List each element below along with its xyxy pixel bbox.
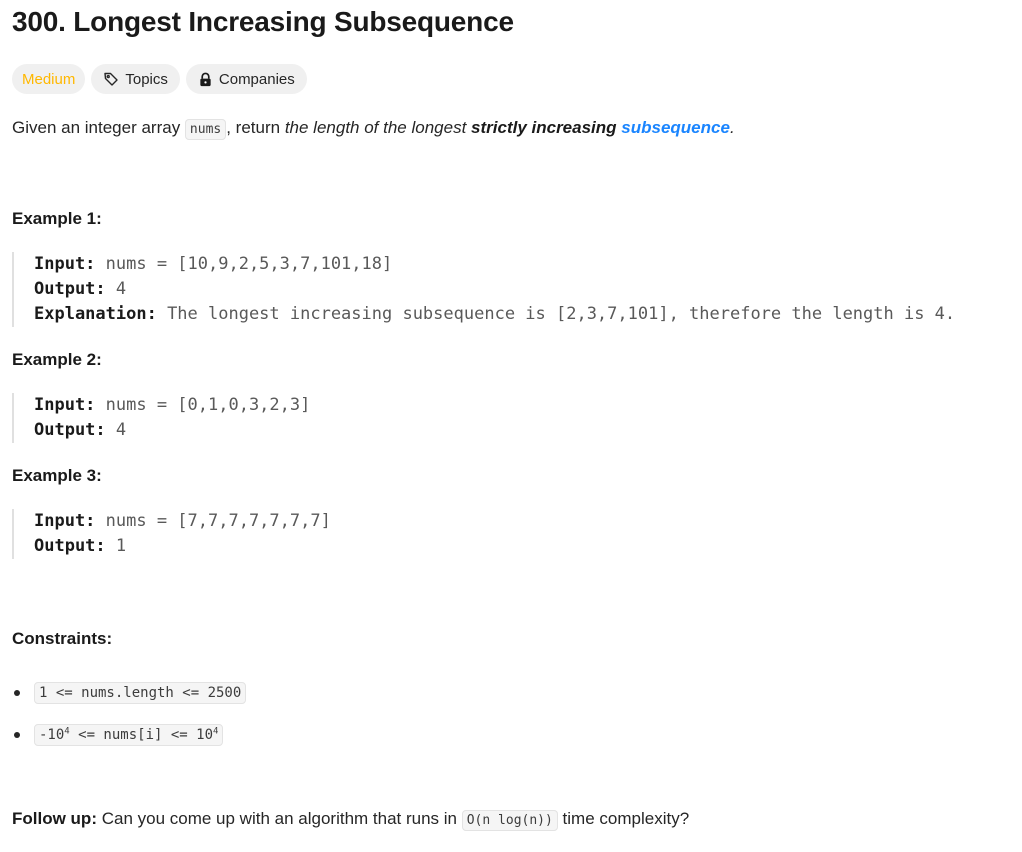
explanation-label: Explanation: bbox=[34, 304, 157, 324]
problem-statement: Given an integer array nums, return the … bbox=[12, 116, 735, 142]
example-1-explanation: Explanation: The longest increasing subs… bbox=[34, 302, 955, 327]
constraint-item: 1 <= nums.length <= 2500 bbox=[12, 672, 247, 714]
follow-up-text: Can you come up with an algorithm that r… bbox=[96, 809, 462, 828]
example-1-output: Output: 4 bbox=[34, 277, 955, 302]
topics-button[interactable]: Topics bbox=[91, 64, 180, 94]
bullet bbox=[14, 732, 20, 738]
difficulty-label: Medium bbox=[22, 70, 76, 88]
example-1-heading: Example 1: bbox=[12, 209, 102, 228]
example-1-block: Input: nums = [10,9,2,5,3,7,101,18] Outp… bbox=[12, 252, 955, 327]
companies-button[interactable]: Companies bbox=[185, 64, 307, 94]
nums-code: nums bbox=[184, 119, 227, 140]
topics-label: Topics bbox=[125, 70, 168, 88]
difficulty-badge: Medium bbox=[12, 64, 86, 94]
subsequence-link[interactable]: subsequence bbox=[621, 118, 730, 137]
problem-title[interactable]: 300. Longest Increasing Subsequence bbox=[12, 6, 514, 38]
input-value: nums = [10,9,2,5,3,7,101,18] bbox=[95, 254, 393, 274]
statement-strong: strictly increasing bbox=[471, 118, 617, 137]
statement-text: Given an integer array bbox=[12, 118, 185, 137]
companies-label: Companies bbox=[218, 70, 295, 88]
constraints-heading: Constraints: bbox=[12, 629, 113, 648]
tag-icon bbox=[103, 71, 119, 87]
statement-italic: the length of the longest bbox=[284, 118, 472, 137]
statement-end: . bbox=[729, 118, 735, 137]
example-2-heading: Example 2: bbox=[12, 350, 102, 369]
output-value: 1 bbox=[105, 536, 127, 556]
input-label: Input: bbox=[34, 511, 96, 531]
follow-up: Follow up: Can you come up with an algor… bbox=[12, 809, 690, 831]
tag-row: Medium Topics Companies bbox=[12, 64, 307, 94]
input-label: Input: bbox=[34, 254, 96, 274]
exponent: 4 bbox=[213, 726, 219, 737]
explanation-value: The longest increasing subsequence is [2… bbox=[156, 304, 956, 324]
bullet bbox=[14, 690, 20, 696]
output-label: Output: bbox=[34, 279, 106, 299]
input-label: Input: bbox=[34, 395, 96, 415]
example-2-input: Input: nums = [0,1,0,3,2,3] bbox=[34, 393, 310, 418]
constraint-lower: -10 bbox=[39, 727, 65, 743]
output-label: Output: bbox=[34, 420, 106, 440]
example-3-block: Input: nums = [7,7,7,7,7,7,7] Output: 1 bbox=[12, 509, 331, 559]
output-value: 4 bbox=[105, 420, 127, 440]
constraints-list: 1 <= nums.length <= 2500 -10 4 <= nums[i]… bbox=[12, 672, 247, 756]
example-2-output: Output: 4 bbox=[34, 418, 310, 443]
constraint-upper: <= nums[i] <= 10 bbox=[69, 727, 214, 743]
statement-text-mid: , return bbox=[226, 118, 285, 137]
input-value: nums = [7,7,7,7,7,7,7] bbox=[95, 511, 331, 531]
follow-up-label: Follow up: bbox=[12, 809, 97, 828]
example-3-heading: Example 3: bbox=[12, 466, 102, 485]
constraint-code: -104 <= nums[i] <= 104 bbox=[34, 724, 224, 746]
lock-icon bbox=[198, 72, 213, 87]
example-3-input: Input: nums = [7,7,7,7,7,7,7] bbox=[34, 509, 331, 534]
output-label: Output: bbox=[34, 536, 106, 556]
example-2-block: Input: nums = [0,1,0,3,2,3] Output: 4 bbox=[12, 393, 310, 443]
input-value: nums = [0,1,0,3,2,3] bbox=[95, 395, 311, 415]
example-1-input: Input: nums = [10,9,2,5,3,7,101,18] bbox=[34, 252, 955, 277]
problem-description-panel: 300. Longest Increasing Subsequence Medi… bbox=[0, 0, 1022, 852]
output-value: 4 bbox=[105, 279, 127, 299]
complexity-code: O(n log(n)) bbox=[461, 810, 558, 831]
follow-up-text-end: time complexity? bbox=[557, 809, 690, 828]
constraint-item: -104 <= nums[i] <= 104 bbox=[12, 714, 246, 756]
constraint-code: 1 <= nums.length <= 2500 bbox=[34, 682, 247, 704]
example-3-output: Output: 1 bbox=[34, 534, 331, 559]
